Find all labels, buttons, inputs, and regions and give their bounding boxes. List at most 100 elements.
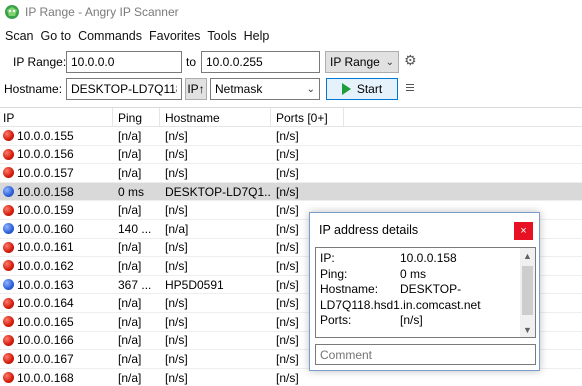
ip-text: 10.0.0.163 (17, 277, 74, 292)
cell-ping: [n/a] (118, 203, 142, 218)
table-row[interactable]: 10.0.0.155 [n/a] [n/s] [n/s] (0, 127, 582, 146)
cell-ip: 10.0.0.162 (0, 257, 113, 275)
table-row[interactable]: 10.0.0.157 [n/a] [n/s] [n/s] (0, 164, 582, 183)
cell-hostname: [n/s] (165, 165, 188, 180)
table-row[interactable]: 10.0.0.158 0 ms DESKTOP-LD7Q1... [n/s] (0, 182, 582, 202)
scrollbar-thumb[interactable] (522, 266, 533, 315)
cell-ping: [n/a] (118, 258, 142, 273)
chevron-down-icon: ⌄ (385, 56, 394, 68)
dialog-title: IP address details (319, 223, 419, 237)
column-hostname[interactable]: Hostname (160, 108, 271, 127)
ip-text: 10.0.0.164 (17, 296, 74, 311)
cell-ip: 10.0.0.158 (0, 183, 113, 201)
detail-ping-label: Ping: (320, 266, 348, 281)
cell-ping: 367 ... (118, 277, 152, 292)
column-ip[interactable]: IP (0, 108, 113, 127)
dialog-header: IP address details (310, 213, 539, 247)
cell-hostname: [n/s] (165, 314, 188, 329)
cell-ip: 10.0.0.156 (0, 146, 113, 164)
cell-ip: 10.0.0.155 (0, 127, 113, 145)
alive-status-icon (3, 186, 14, 198)
cell-ip: 10.0.0.165 (0, 313, 113, 331)
cell-ports: [n/s] (276, 147, 299, 162)
netmask-select[interactable]: Netmask ⌄ (210, 78, 320, 100)
ip-text: 10.0.0.168 (17, 370, 74, 385)
dead-status-icon (3, 372, 14, 384)
list-icon[interactable] (406, 84, 414, 93)
dead-status-icon (3, 241, 14, 253)
menu-help[interactable]: Help (244, 29, 270, 43)
to-label: to (186, 55, 197, 69)
column-ports[interactable]: Ports [0+] (271, 108, 344, 127)
detail-ports-value: [n/s] (400, 313, 423, 327)
cell-ping: 140 ... (118, 221, 152, 236)
ip-text: 10.0.0.165 (17, 314, 74, 329)
cell-hostname: [n/s] (165, 296, 188, 311)
table-row[interactable]: 10.0.0.156 [n/a] [n/s] [n/s] (0, 146, 582, 165)
toolbar-hostname: Hostname: IP↑ Netmask ⌄ Start (0, 77, 582, 101)
cell-ping: [n/a] (118, 296, 142, 311)
table-row[interactable]: 10.0.0.168 [n/a] [n/s] [n/s] (0, 369, 582, 386)
cell-hostname: [n/a] (165, 221, 189, 236)
detail-ports-label: Ports: (320, 313, 352, 327)
cell-ip: 10.0.0.163 (0, 276, 113, 294)
dead-status-icon (3, 148, 14, 160)
cell-hostname: DESKTOP-LD7Q1... (165, 184, 271, 199)
dead-status-icon (3, 260, 14, 272)
ip-up-button[interactable]: IP↑ (185, 78, 207, 100)
menu-goto[interactable]: Go to (41, 29, 72, 43)
feeder-select[interactable]: IP Range ⌄ (325, 51, 399, 73)
chevron-down-icon: ⌄ (306, 83, 315, 95)
range-start-input[interactable] (66, 51, 182, 73)
play-icon (341, 83, 351, 95)
ip-text: 10.0.0.158 (17, 184, 74, 199)
cell-ip: 10.0.0.166 (0, 332, 113, 350)
column-ping[interactable]: Ping (113, 108, 160, 127)
ip-up-label: IP↑ (187, 82, 205, 96)
comment-input[interactable] (315, 344, 536, 365)
start-button[interactable]: Start (326, 78, 398, 100)
alive-status-icon (3, 223, 14, 235)
hostname-input[interactable] (66, 78, 182, 100)
chevron-up-icon[interactable]: ▲ (520, 248, 535, 263)
cell-ip: 10.0.0.164 (0, 294, 113, 312)
range-end-input[interactable] (201, 51, 320, 73)
alive-status-icon (3, 279, 14, 291)
cell-hostname: HP5D0591 (165, 277, 224, 292)
details-textarea[interactable]: IP: 10.0.0.158 Ping: 0 ms Hostname: DESKTOP… (315, 247, 536, 338)
close-icon[interactable]: × (514, 222, 533, 240)
detail-ip-label: IP: (320, 251, 335, 265)
cell-ping: [n/a] (118, 351, 142, 366)
menu-favorites[interactable]: Favorites (149, 29, 200, 43)
details-text: IP: 10.0.0.158 Ping: 0 ms Hostname: DESKTOP… (320, 251, 520, 329)
cell-ip: 10.0.0.161 (0, 239, 113, 257)
detail-ping-value: 0 ms (400, 266, 427, 281)
title-bar: IP Range - Angry IP Scanner (0, 0, 582, 24)
feeder-select-value: IP Range (330, 55, 380, 69)
details-scrollbar[interactable]: ▲ ▼ (520, 248, 535, 337)
cell-ip: 10.0.0.168 (0, 369, 113, 386)
cell-ping: [n/a] (118, 370, 142, 385)
dead-status-icon (3, 130, 14, 142)
ip-text: 10.0.0.157 (17, 165, 74, 180)
menu-tools[interactable]: Tools (207, 29, 236, 43)
cell-hostname: [n/s] (165, 240, 188, 255)
menu-scan[interactable]: Scan (5, 29, 34, 43)
ip-details-dialog: IP address details × IP: 10.0.0.158 Ping:… (309, 212, 540, 371)
menu-commands[interactable]: Commands (78, 29, 142, 43)
start-button-label: Start (356, 82, 383, 96)
cell-ports: [n/s] (276, 128, 299, 143)
ip-text: 10.0.0.159 (17, 203, 74, 218)
ip-range-label: IP Range: (13, 55, 67, 69)
cell-hostname: [n/s] (165, 258, 188, 273)
ip-text: 10.0.0.162 (17, 258, 74, 273)
window-title: IP Range - Angry IP Scanner (25, 5, 179, 19)
gear-icon[interactable]: ⚙ (404, 52, 417, 69)
ip-text: 10.0.0.166 (17, 333, 74, 348)
detail-hostname-label: Hostname: (320, 282, 379, 296)
cell-ip: 10.0.0.157 (0, 164, 113, 182)
cell-hostname: [n/s] (165, 370, 188, 385)
cell-hostname: [n/s] (165, 147, 188, 162)
chevron-down-icon[interactable]: ▼ (520, 322, 535, 337)
detail-hostname-value-1: DESKTOP- (400, 282, 462, 296)
